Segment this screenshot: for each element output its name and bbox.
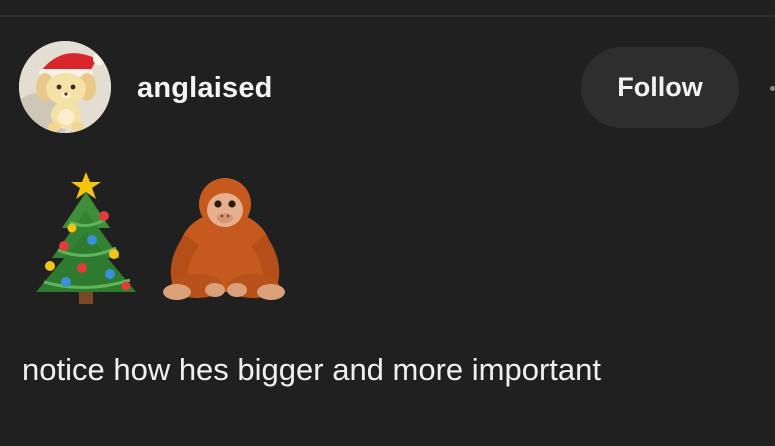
plush-dog-avatar-icon [19,41,111,133]
username[interactable]: anglaised [137,72,273,105]
orangutan-emoji-icon [155,174,293,306]
follow-button[interactable]: Follow [581,47,739,128]
more-options-icon[interactable] [770,86,775,91]
post-card: anglaised Follow notice how hes bigger a… [0,0,775,446]
top-divider [0,15,775,17]
christmas-tree-emoji-icon [30,170,142,308]
post-caption: notice how hes bigger and more important [22,352,601,387]
avatar[interactable] [19,41,111,133]
